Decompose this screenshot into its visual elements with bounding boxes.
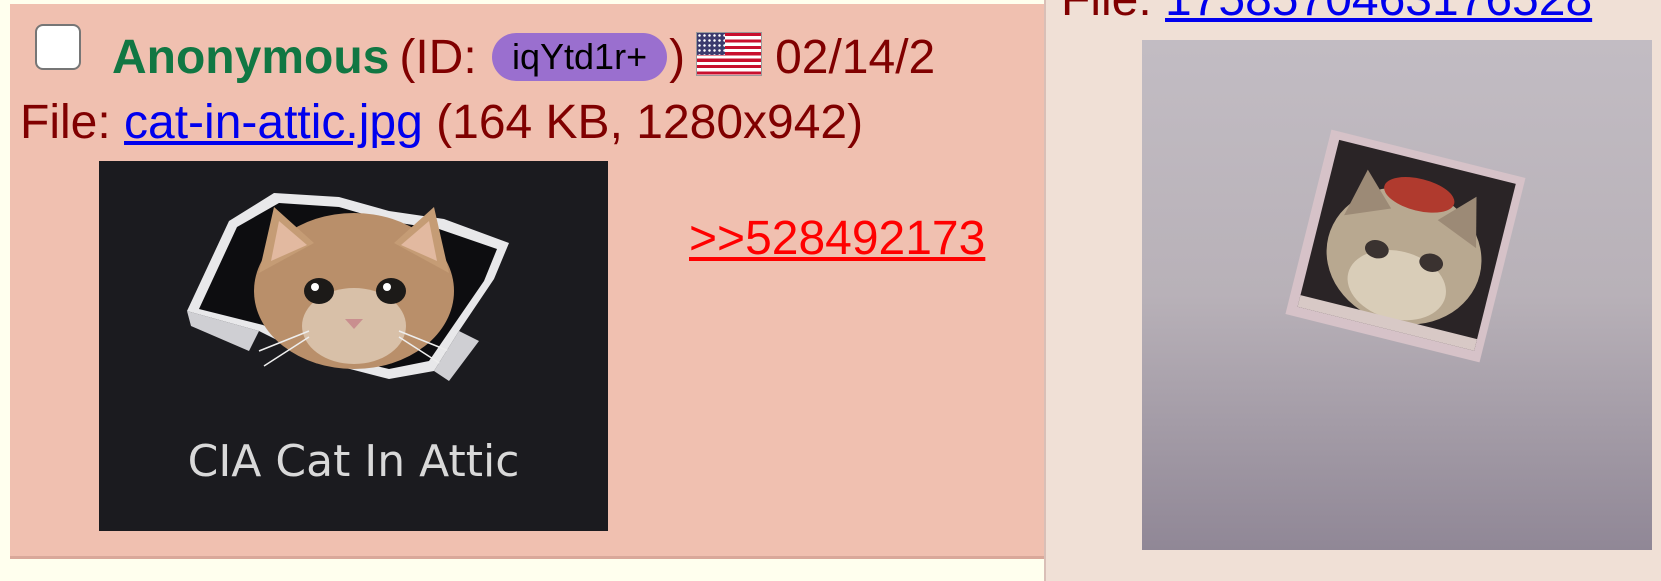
cat-ceiling-photo-image xyxy=(1285,129,1526,363)
reply-post-highlighted: Anonymous (ID: iqYtd1r+) 02/14/2 File: cat… xyxy=(10,4,1046,559)
post-header: Anonymous (ID: iqYtd1r+) 02/14/2 xyxy=(112,28,935,88)
post-select-checkbox[interactable] xyxy=(35,24,81,70)
file-info-line: File: cat-in-attic.jpg (164 KB, 1280x942… xyxy=(20,93,863,153)
file-meta: (164 KB, 1280x942) xyxy=(422,96,864,149)
us-flag-icon xyxy=(697,33,762,75)
poster-id-prefix: (ID: xyxy=(399,31,490,84)
file-label: File: xyxy=(20,96,125,149)
file-label-right: File: xyxy=(1061,0,1165,26)
poster-id-wrapper: (ID: iqYtd1r+) xyxy=(399,31,685,84)
thumbnail-caption: CIA Cat In Attic xyxy=(187,436,520,487)
poster-id-badge[interactable]: iqYtd1r+ xyxy=(492,33,668,81)
flag-canton xyxy=(697,33,726,55)
reply-post: File: 1758570463176528 xyxy=(1044,0,1661,581)
poster-name: Anonymous xyxy=(112,31,390,84)
file-info-line-right: File: 1758570463176528 xyxy=(1061,0,1592,30)
quote-link[interactable]: >>528492173 xyxy=(689,209,985,269)
file-name-link[interactable]: cat-in-attic.jpg xyxy=(124,96,423,149)
post-thumbnail[interactable]: CIA Cat In Attic xyxy=(99,161,608,531)
post-date: 02/14/2 xyxy=(775,31,936,84)
poster-id-suffix: ) xyxy=(669,31,686,84)
post-thumbnail-right[interactable] xyxy=(1142,40,1652,550)
file-name-link-right[interactable]: 1758570463176528 xyxy=(1165,0,1592,26)
